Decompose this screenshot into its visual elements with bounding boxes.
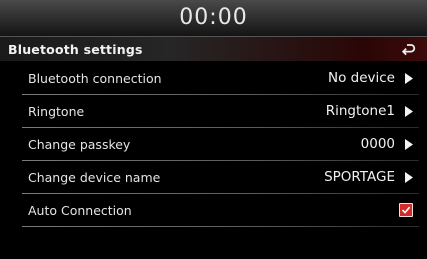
back-arrow-icon[interactable] — [400, 41, 416, 57]
setting-change-passkey[interactable]: Change passkey 0000 — [22, 128, 419, 161]
checkmark-icon — [401, 206, 411, 214]
settings-list: Bluetooth connection No device Ringtone … — [22, 62, 419, 227]
page-header: Bluetooth settings — [0, 37, 427, 61]
setting-auto-connection[interactable]: Auto Connection — [22, 194, 419, 227]
setting-label: Ringtone — [28, 103, 85, 119]
chevron-right-icon — [403, 138, 413, 150]
setting-ringtone[interactable]: Ringtone Ringtone1 — [22, 95, 419, 128]
chevron-right-icon — [403, 72, 413, 84]
setting-bluetooth-connection[interactable]: Bluetooth connection No device — [22, 62, 419, 95]
setting-label: Change passkey — [28, 136, 131, 152]
setting-label: Auto Connection — [28, 202, 132, 218]
setting-value: Ringtone1 — [325, 103, 395, 119]
setting-value: No device — [328, 70, 395, 86]
page-title: Bluetooth settings — [8, 41, 143, 57]
chevron-right-icon — [403, 105, 413, 117]
clock: 00:00 — [179, 4, 248, 30]
auto-connection-checkbox[interactable] — [399, 203, 413, 217]
bluetooth-settings-screen: 00:00 Bluetooth settings Bluetooth conne… — [0, 0, 427, 259]
setting-value: 0000 — [360, 136, 395, 152]
setting-label: Bluetooth connection — [28, 70, 162, 86]
setting-change-device-name[interactable]: Change device name SPORTAGE — [22, 161, 419, 194]
setting-label: Change device name — [28, 169, 161, 185]
status-bar: 00:00 — [0, 0, 427, 37]
chevron-right-icon — [403, 171, 413, 183]
setting-value: SPORTAGE — [324, 169, 395, 185]
